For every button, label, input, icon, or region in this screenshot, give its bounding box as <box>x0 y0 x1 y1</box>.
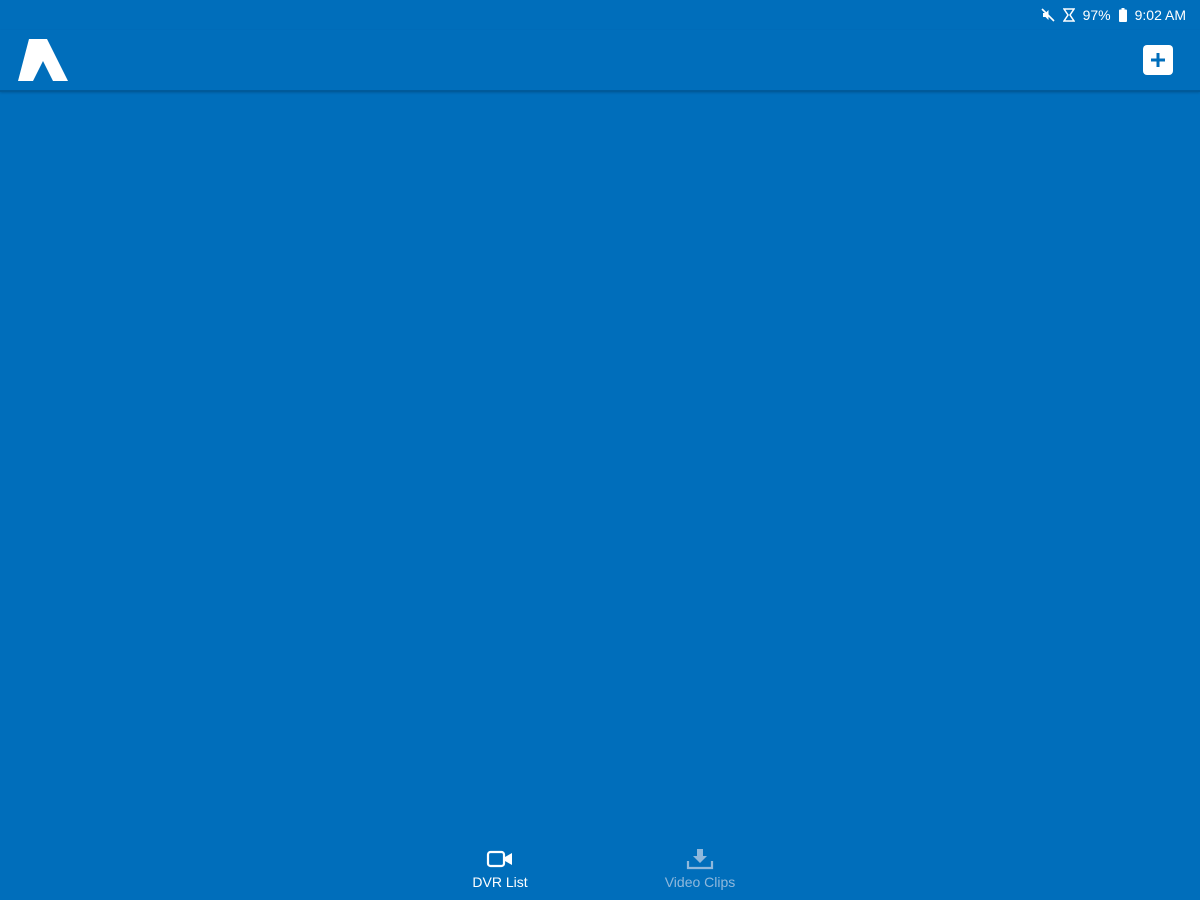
status-bar: 97% 9:02 AM <box>0 0 1200 30</box>
clock: 9:02 AM <box>1134 7 1186 23</box>
battery-icon <box>1118 8 1127 22</box>
tab-video-clips[interactable]: Video Clips <box>640 834 760 900</box>
download-icon <box>686 848 714 870</box>
battery-percent: 97% <box>1082 7 1111 23</box>
alarm-icon <box>1062 8 1075 22</box>
bottom-nav: DVR List Video Clips <box>0 834 1200 900</box>
plus-icon <box>1149 51 1167 69</box>
video-camera-icon <box>486 848 514 870</box>
add-button[interactable] <box>1143 45 1173 75</box>
mute-icon <box>1041 8 1055 22</box>
dvr-list-content <box>0 94 1200 834</box>
app-logo <box>16 37 70 83</box>
app-screen: 97% 9:02 AM DVR List Video Clips <box>0 0 1200 900</box>
tab-dvr-list[interactable]: DVR List <box>440 834 560 900</box>
tab-video-clips-label: Video Clips <box>664 874 736 890</box>
app-bar <box>0 30 1200 92</box>
tab-dvr-list-label: DVR List <box>472 874 528 890</box>
